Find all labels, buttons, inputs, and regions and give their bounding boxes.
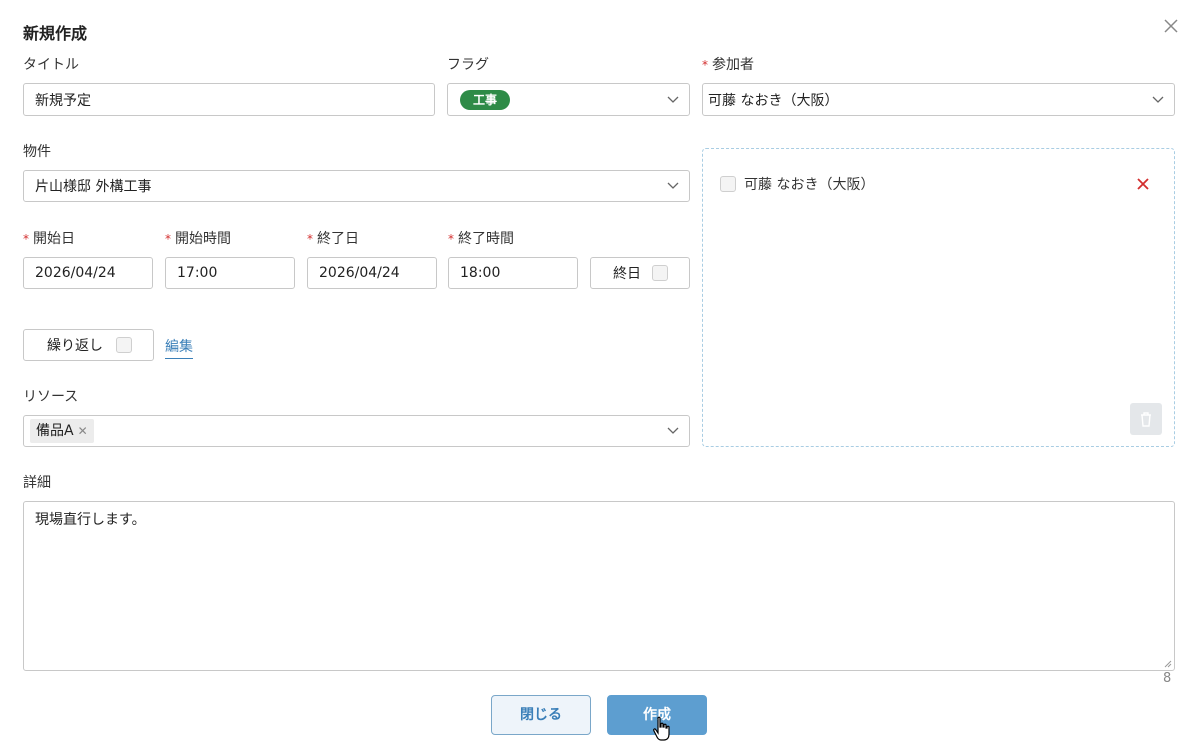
repeat-toggle[interactable]: 繰り返し (23, 329, 154, 361)
details-label: 詳細 (23, 475, 51, 491)
title-label: タイトル (23, 57, 79, 73)
remove-x-icon[interactable] (1136, 177, 1150, 191)
participants-list-panel: 可藤 なおき（大阪） (702, 148, 1175, 447)
details-textarea[interactable]: 現場直行します。 (23, 501, 1175, 671)
resource-chip-label: 備品A (36, 423, 74, 439)
char-count: 8 (1163, 671, 1172, 686)
property-value: 片山様邸 外構工事 (35, 179, 152, 195)
hand-cursor-icon (653, 716, 670, 741)
close-icon[interactable] (1161, 16, 1181, 36)
end-date-label: * 終了日 (307, 231, 359, 247)
resize-handle-icon[interactable] (1164, 660, 1172, 668)
end-time-label: * 終了時間 (448, 231, 514, 247)
end-date-input[interactable]: 2026/04/24 (307, 257, 437, 289)
all-day-toggle[interactable]: 終日 (590, 257, 690, 289)
chevron-down-icon (667, 427, 679, 434)
participant-name: 可藤 なおき（大阪） (744, 177, 875, 193)
start-time-label: * 開始時間 (165, 231, 231, 247)
repeat-label: 繰り返し (47, 338, 103, 354)
flag-select[interactable]: 工事 (447, 83, 690, 116)
chevron-down-icon (667, 182, 679, 189)
title-input[interactable]: 新規予定 (23, 83, 435, 116)
resource-label: リソース (23, 389, 79, 405)
trash-button[interactable] (1130, 403, 1162, 435)
chevron-down-icon (1152, 96, 1164, 103)
start-time-input[interactable]: 17:00 (165, 257, 295, 289)
chip-remove-icon[interactable]: ✕ (78, 424, 88, 438)
participants-value: 可藤 なおき（大阪） (708, 92, 839, 109)
dialog-title: 新規作成 (23, 24, 88, 43)
start-date-value: 2026/04/24 (35, 265, 116, 281)
end-time-input[interactable]: 18:00 (448, 257, 578, 289)
end-time-value: 18:00 (460, 265, 501, 281)
all-day-label: 終日 (613, 266, 641, 282)
start-date-input[interactable]: 2026/04/24 (23, 257, 153, 289)
flag-badge: 工事 (460, 89, 511, 110)
trash-icon (1141, 412, 1151, 427)
edit-link[interactable]: 編集 (165, 336, 193, 359)
start-time-value: 17:00 (177, 265, 218, 281)
participants-label: * 参加者 (702, 57, 754, 73)
start-date-label: * 開始日 (23, 231, 75, 247)
repeat-checkbox[interactable] (116, 337, 132, 353)
details-value: 現場直行します。 (35, 512, 146, 528)
resource-chip: 備品A ✕ (30, 419, 94, 443)
chevron-down-icon (667, 96, 679, 103)
close-button[interactable]: 閉じる (491, 695, 591, 735)
all-day-checkbox[interactable] (652, 265, 668, 281)
end-date-value: 2026/04/24 (319, 265, 400, 281)
flag-label: フラグ (447, 57, 489, 73)
title-value: 新規予定 (35, 92, 91, 109)
property-select[interactable]: 片山様邸 外構工事 (23, 170, 690, 202)
resource-select[interactable]: 備品A ✕ (23, 415, 690, 447)
participants-select[interactable]: 可藤 なおき（大阪） (702, 83, 1175, 116)
property-label: 物件 (23, 144, 51, 160)
participant-checkbox[interactable] (720, 176, 736, 192)
